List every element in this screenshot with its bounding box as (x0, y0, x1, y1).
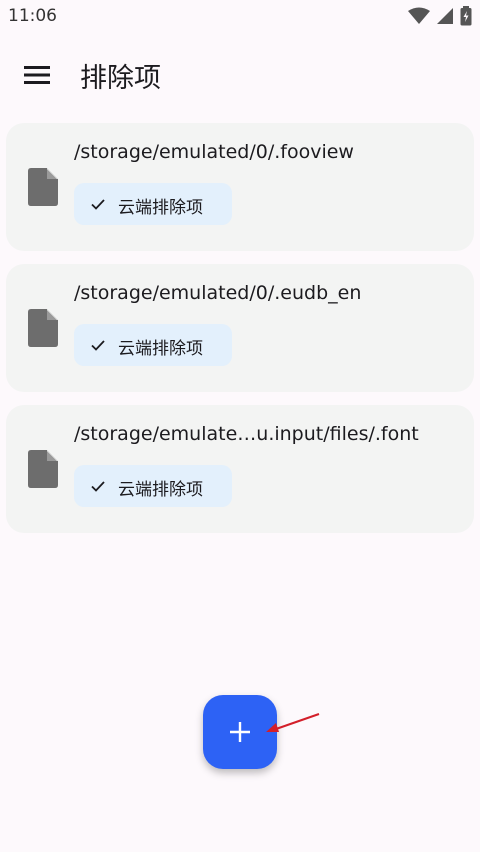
chip-label: 云端排除项 (118, 339, 203, 359)
exclusion-path: /storage/emulate…u.input/files/.font (74, 423, 419, 445)
file-icon (28, 168, 58, 206)
exclusion-item[interactable]: /storage/emulated/0/.fooview 云端排除项 (6, 123, 474, 251)
menu-icon[interactable] (20, 60, 54, 90)
cloud-exclusion-chip: 云端排除项 (74, 324, 232, 366)
check-icon (91, 340, 105, 351)
annotation-arrow (266, 713, 320, 732)
chip-label: 云端排除项 (118, 198, 203, 218)
status-time: 11:06 (8, 6, 57, 26)
status-bar: 11:06 (0, 0, 480, 34)
exclusion-path: /storage/emulated/0/.eudb_en (74, 282, 362, 304)
exclusion-path: /storage/emulated/0/.fooview (74, 141, 354, 163)
check-icon (91, 199, 105, 210)
file-icon (28, 450, 58, 488)
check-icon (91, 481, 105, 492)
file-icon (28, 309, 58, 347)
status-icons (408, 6, 472, 26)
signal-icon (437, 8, 453, 24)
wifi-icon (408, 7, 430, 24)
cloud-exclusion-chip: 云端排除项 (74, 465, 232, 507)
exclusion-item[interactable]: /storage/emulate…u.input/files/.font 云端排… (6, 405, 474, 533)
app-bar: 排除项 (0, 44, 480, 104)
battery-icon (460, 6, 472, 26)
page-title: 排除项 (80, 63, 161, 94)
add-icon (230, 722, 250, 742)
cloud-exclusion-chip: 云端排除项 (74, 183, 232, 225)
exclusion-item[interactable]: /storage/emulated/0/.eudb_en 云端排除项 (6, 264, 474, 392)
chip-label: 云端排除项 (118, 480, 203, 500)
